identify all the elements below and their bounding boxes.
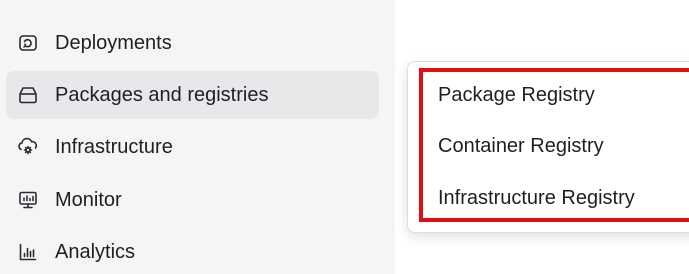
submenu-item-package-registry[interactable]: Package Registry (438, 83, 595, 107)
sidebar-item-infrastructure[interactable]: Infrastructure (6, 123, 379, 171)
sidebar: Deployments Packages and registries Infr… (0, 0, 395, 274)
package-icon (17, 84, 39, 106)
sidebar-item-label: Infrastructure (55, 136, 173, 158)
submenu-item-infrastructure-registry[interactable]: Infrastructure Registry (438, 186, 635, 210)
infrastructure-icon (17, 136, 39, 158)
sidebar-item-label: Packages and registries (55, 84, 269, 106)
sidebar-item-packages-and-registries[interactable]: Packages and registries (6, 71, 379, 119)
sidebar-item-monitor[interactable]: Monitor (6, 176, 379, 224)
sidebar-item-label: Monitor (55, 189, 122, 211)
sidebar-item-analytics[interactable]: Analytics (6, 228, 379, 274)
deployments-icon (17, 32, 39, 54)
monitor-icon (17, 189, 39, 211)
submenu-item-container-registry[interactable]: Container Registry (438, 134, 604, 158)
analytics-icon (17, 241, 39, 263)
sidebar-item-label: Analytics (55, 241, 136, 263)
sidebar-item-label: Deployments (55, 32, 172, 54)
sidebar-item-deployments[interactable]: Deployments (6, 19, 379, 67)
app-screen: Deployments Packages and registries Infr… (0, 0, 689, 274)
